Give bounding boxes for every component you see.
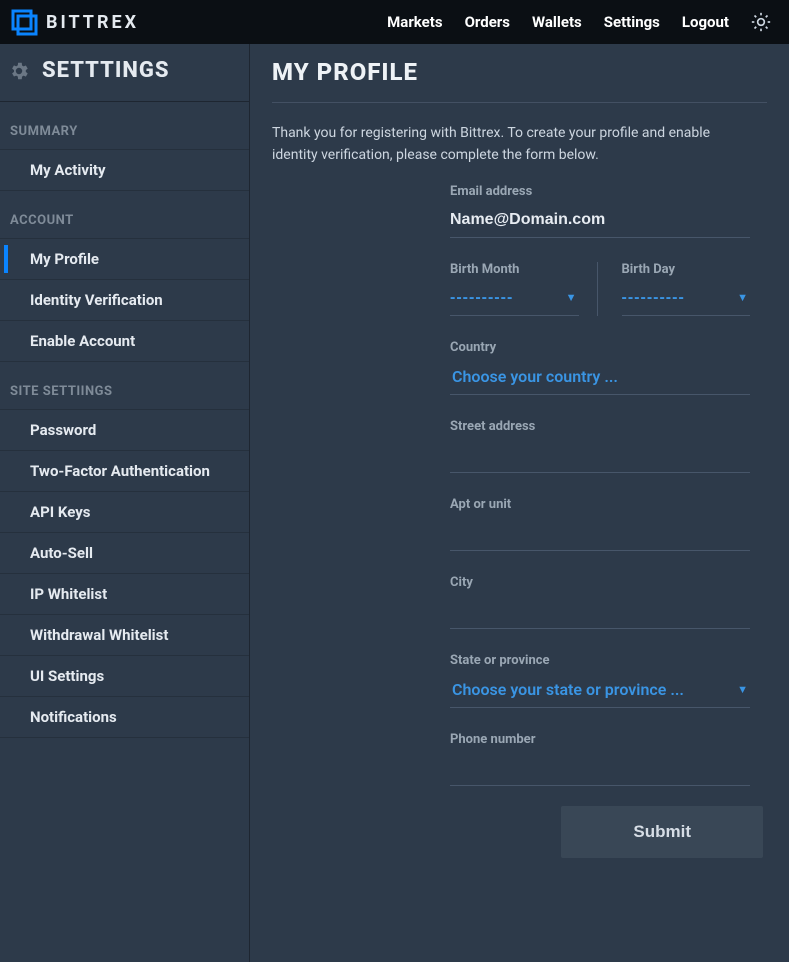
phone-field[interactable] [450,753,750,786]
settings-title: SETTTINGS [42,58,170,83]
nav-items: Markets Orders Wallets Settings Logout [387,12,783,32]
section-account-list: My Profile Identity Verification Enable … [0,238,249,362]
nav-orders[interactable]: Orders [465,13,510,31]
nav-logout[interactable]: Logout [682,13,729,31]
section-summary-label: SUMMARY [0,102,249,149]
top-nav: BITTREX Markets Orders Wallets Settings … [0,0,789,44]
sidebar-item-withdrawal-whitelist[interactable]: Withdrawal Whitelist [0,614,249,655]
submit-button[interactable]: Submit [561,806,763,858]
section-site-list: Password Two-Factor Authentication API K… [0,409,249,738]
page-title: MY PROFILE [272,58,767,102]
birth-day-label: Birth Day [622,262,751,277]
sidebar-item-my-activity[interactable]: My Activity [0,149,249,191]
email-field[interactable] [450,205,750,238]
gear-icon [8,60,30,82]
state-label: State or province [450,653,750,668]
street-label: Street address [450,419,750,434]
sidebar-item-notifications[interactable]: Notifications [0,696,249,738]
settings-header: SETTTINGS [0,58,249,102]
sidebar-item-ip-whitelist[interactable]: IP Whitelist [0,573,249,614]
city-label: City [450,575,750,590]
section-site-label: SITE SETTIINGS [0,362,249,409]
intro-text: Thank you for registering with Bittrex. … [272,123,767,166]
email-label: Email address [450,184,750,199]
main-content: MY PROFILE Thank you for registering wit… [250,44,789,962]
sidebar-item-auto-sell[interactable]: Auto-Sell [0,532,249,573]
section-summary-list: My Activity [0,149,249,191]
profile-form: Email address Birth Month ▼ Birth Day ▼ [450,184,750,786]
nav-settings[interactable]: Settings [604,13,660,31]
apt-label: Apt or unit [450,497,750,512]
street-field[interactable] [450,440,750,473]
sidebar-item-api-keys[interactable]: API Keys [0,491,249,532]
logo-icon [10,8,38,36]
birth-month-label: Birth Month [450,262,579,277]
sidebar-item-ui-settings[interactable]: UI Settings [0,655,249,696]
sidebar: SETTTINGS SUMMARY My Activity ACCOUNT My… [0,44,250,962]
sidebar-item-my-profile[interactable]: My Profile [0,238,249,279]
country-select[interactable]: Choose your country ... [450,361,750,395]
sidebar-item-enable-account[interactable]: Enable Account [0,320,249,362]
city-field[interactable] [450,596,750,629]
divider [272,102,767,103]
sidebar-item-identity-verification[interactable]: Identity Verification [0,279,249,320]
sidebar-item-password[interactable]: Password [0,409,249,450]
phone-label: Phone number [450,732,750,747]
section-account-label: ACCOUNT [0,191,249,238]
state-select[interactable]: Choose your state or province ... [450,674,750,708]
apt-field[interactable] [450,518,750,551]
brand-text: BITTREX [46,12,139,33]
country-label: Country [450,340,750,355]
birth-day-select[interactable] [622,283,751,316]
nav-wallets[interactable]: Wallets [532,13,582,31]
theme-toggle-icon[interactable] [751,12,771,32]
birth-month-select[interactable] [450,283,579,316]
brand[interactable]: BITTREX [10,8,139,36]
sidebar-item-two-factor[interactable]: Two-Factor Authentication [0,450,249,491]
nav-markets[interactable]: Markets [387,13,442,31]
